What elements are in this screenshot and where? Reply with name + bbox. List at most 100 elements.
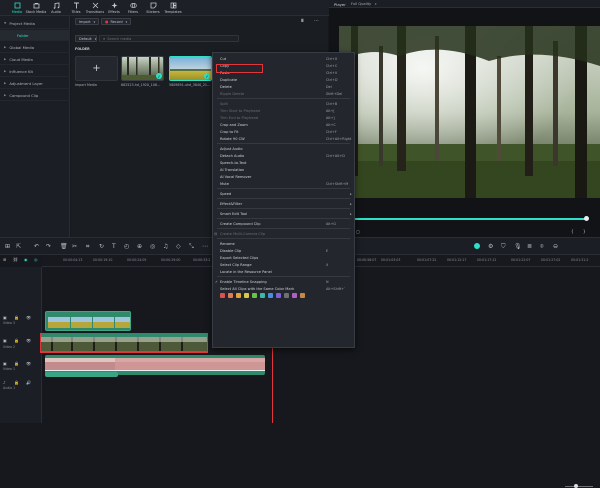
color-mark-swatch[interactable] [220, 293, 225, 298]
crop-icon[interactable]: ⌗ [86, 243, 93, 250]
menu-item-cut[interactable]: Cut Ctrl+X [213, 55, 354, 62]
color-mark-swatch[interactable] [284, 293, 289, 298]
more-tools-icon[interactable]: ⋯ [202, 243, 209, 250]
color-mark-swatch[interactable] [300, 293, 305, 298]
lock-icon[interactable]: 🔒 [14, 315, 19, 320]
menu-item-ai-translation[interactable]: AI Translation [213, 166, 354, 173]
import-button[interactable]: Import ▾ [75, 18, 99, 25]
zoom-slider[interactable] [565, 486, 593, 487]
redo-icon[interactable]: ↷ [46, 243, 53, 250]
eye-icon[interactable]: 👁 [26, 361, 31, 366]
microphone-icon[interactable]: 🎙 [514, 243, 522, 250]
media-thumbnail-1[interactable]: ✓ [121, 56, 164, 81]
lock-icon[interactable]: 🔒 [14, 338, 19, 343]
zoom-icon[interactable]: ⊕ [137, 243, 144, 250]
menu-item-disable-clip[interactable]: Disable Clip E [213, 247, 354, 254]
color-mark-swatch[interactable] [268, 293, 273, 298]
menu-item-delete[interactable]: Delete Del [213, 83, 354, 90]
menu-item-speech-to-text[interactable]: Speech-to-Text [213, 159, 354, 166]
menu-item-select-all-clips-with-the-same-color-mark[interactable]: Select All Clips with the Same Color Mar… [213, 285, 354, 292]
color-mark-swatch[interactable] [276, 293, 281, 298]
tab-filters[interactable]: Filters [124, 1, 142, 15]
lock-icon[interactable]: 🔒 [14, 380, 19, 385]
tab-audio[interactable]: Audio [47, 1, 65, 15]
record-button[interactable]: ● Record ▾ [101, 18, 131, 25]
color-mark-swatch[interactable] [260, 293, 265, 298]
playback-progress-bar[interactable] [335, 218, 588, 220]
menu-item-locate-in-the-resource-panel[interactable]: Locate in the Resource Panel [213, 268, 354, 275]
audio-adjust-icon[interactable]: ♫ [163, 243, 170, 250]
tab-transitions[interactable]: Transitions [86, 1, 104, 15]
render-preview-icon[interactable] [474, 243, 480, 249]
color-mark-swatch[interactable] [252, 293, 257, 298]
color-mark-swatch[interactable] [292, 293, 297, 298]
zoom-out-icon[interactable]: ⊖ [553, 243, 560, 250]
layers-icon[interactable]: ≣ [527, 243, 534, 250]
tab-media[interactable]: Media [8, 1, 26, 15]
sort-dropdown[interactable]: Default ▾ [75, 35, 97, 42]
timeline-clip-video3[interactable] [45, 311, 131, 331]
shield-icon[interactable]: ⛉ [501, 243, 508, 250]
tab-titles[interactable]: Titles [67, 1, 85, 15]
mark-out-icon[interactable]: } [583, 229, 586, 234]
text-tool-icon[interactable]: T [112, 243, 119, 250]
zoom-slider-handle[interactable] [574, 484, 578, 488]
keyframe-icon[interactable]: ◇ [176, 243, 183, 250]
snap-icon[interactable]: ◎ [34, 257, 38, 262]
eye-icon[interactable]: 👁 [26, 338, 31, 343]
select-tool-icon[interactable]: ⇱ [16, 243, 23, 250]
tab-templates[interactable]: Templates [164, 1, 182, 15]
eye-icon[interactable]: 👁 [26, 315, 31, 320]
transform-icon[interactable]: ⤡ [189, 243, 196, 250]
magnet-icon[interactable]: ◉ [24, 257, 28, 262]
color-icon[interactable]: ◎ [150, 243, 157, 250]
rotate-icon[interactable]: ↻ [99, 243, 106, 250]
sidebar-item-project-media[interactable]: ▼ Project Media [0, 18, 70, 29]
timeline-audio-segment[interactable] [45, 372, 118, 377]
media-thumbnail-2[interactable]: ✓ [169, 56, 212, 81]
delete-icon[interactable]: 🗑 [60, 243, 68, 250]
sidebar-item-influence-kit[interactable]: ▶ Influence Kit [0, 66, 70, 77]
menu-item-rotate-90-cw[interactable]: Rotate 90 CW Ctrl+Alt+Right [213, 135, 354, 142]
import-media-tile[interactable]: + [75, 56, 118, 81]
stop-icon[interactable]: ▢ [356, 229, 360, 234]
menu-item-export-selected-clips[interactable]: Export Selected Clips [213, 254, 354, 261]
mark-in-icon[interactable]: { [571, 229, 574, 234]
link-icon[interactable]: ⛓ [13, 257, 18, 262]
menu-item-adjust-audio[interactable]: Adjust Audio [213, 145, 354, 152]
tab-stickers[interactable]: Stickers [144, 1, 162, 15]
menu-item-rename[interactable]: Rename [213, 240, 354, 247]
lock-icon[interactable]: 🔒 [14, 361, 19, 366]
menu-item-crop-and-zoom[interactable]: Crop and Zoom Alt+C [213, 121, 354, 128]
sidebar-item-folder[interactable]: Folder [0, 30, 70, 41]
menu-item-enable-timeline-snapping[interactable]: ✓ Enable Timeline Snapping N [213, 278, 354, 285]
menu-item-speed[interactable]: Speed ▸ [213, 190, 354, 197]
color-mark-swatch[interactable] [228, 293, 233, 298]
snapshot-icon[interactable]: ⌾ [540, 243, 547, 250]
layout-icon[interactable]: ⊞ [5, 243, 12, 250]
speed-icon[interactable]: ◴ [124, 243, 131, 250]
more-icon[interactable]: ⋯ [314, 18, 322, 25]
filter-icon[interactable]: ⩩ [301, 18, 309, 25]
menu-item-select-clip-range[interactable]: Select Clip Range X [213, 261, 354, 268]
search-input[interactable]: ⌕ Search media [99, 35, 239, 42]
undo-icon[interactable]: ↶ [34, 243, 41, 250]
sidebar-item-adjustment-layer[interactable]: ▶ Adjustment Layer [0, 78, 70, 89]
menu-item-smart-edit-tool[interactable]: Smart Edit Tool ▸ [213, 210, 354, 217]
settings-icon[interactable]: ⚙ [488, 243, 495, 250]
quality-dropdown[interactable]: Full Quality [351, 2, 371, 6]
add-track-icon[interactable]: ⊞ [3, 257, 6, 262]
tab-stock-media[interactable]: Stock Media [26, 1, 46, 15]
sidebar-item-cloud-media[interactable]: ▶ Cloud Media [0, 54, 70, 65]
menu-item-crop-to-fit[interactable]: Crop to Fit Ctrl+F [213, 128, 354, 135]
menu-item-create-compound-clip[interactable]: Create Compound Clip Alt+G [213, 220, 354, 227]
sidebar-item-global-media[interactable]: ▶ Global Media [0, 42, 70, 53]
menu-item-effect-filter[interactable]: Effect&Filter ▸ [213, 200, 354, 207]
menu-item-duplicate[interactable]: Duplicate Ctrl+D [213, 76, 354, 83]
sidebar-item-compound-clip[interactable]: ▶ Compound Clip [0, 90, 70, 101]
speaker-icon[interactable]: 🔊 [26, 380, 31, 385]
menu-item-ai-vocal-remover[interactable]: AI Vocal Remover [213, 173, 354, 180]
tab-effects[interactable]: Effects [105, 1, 123, 15]
playback-scrubber-handle[interactable] [584, 216, 589, 221]
menu-item-detach-audio[interactable]: Detach Audio Ctrl+Alt+D [213, 152, 354, 159]
